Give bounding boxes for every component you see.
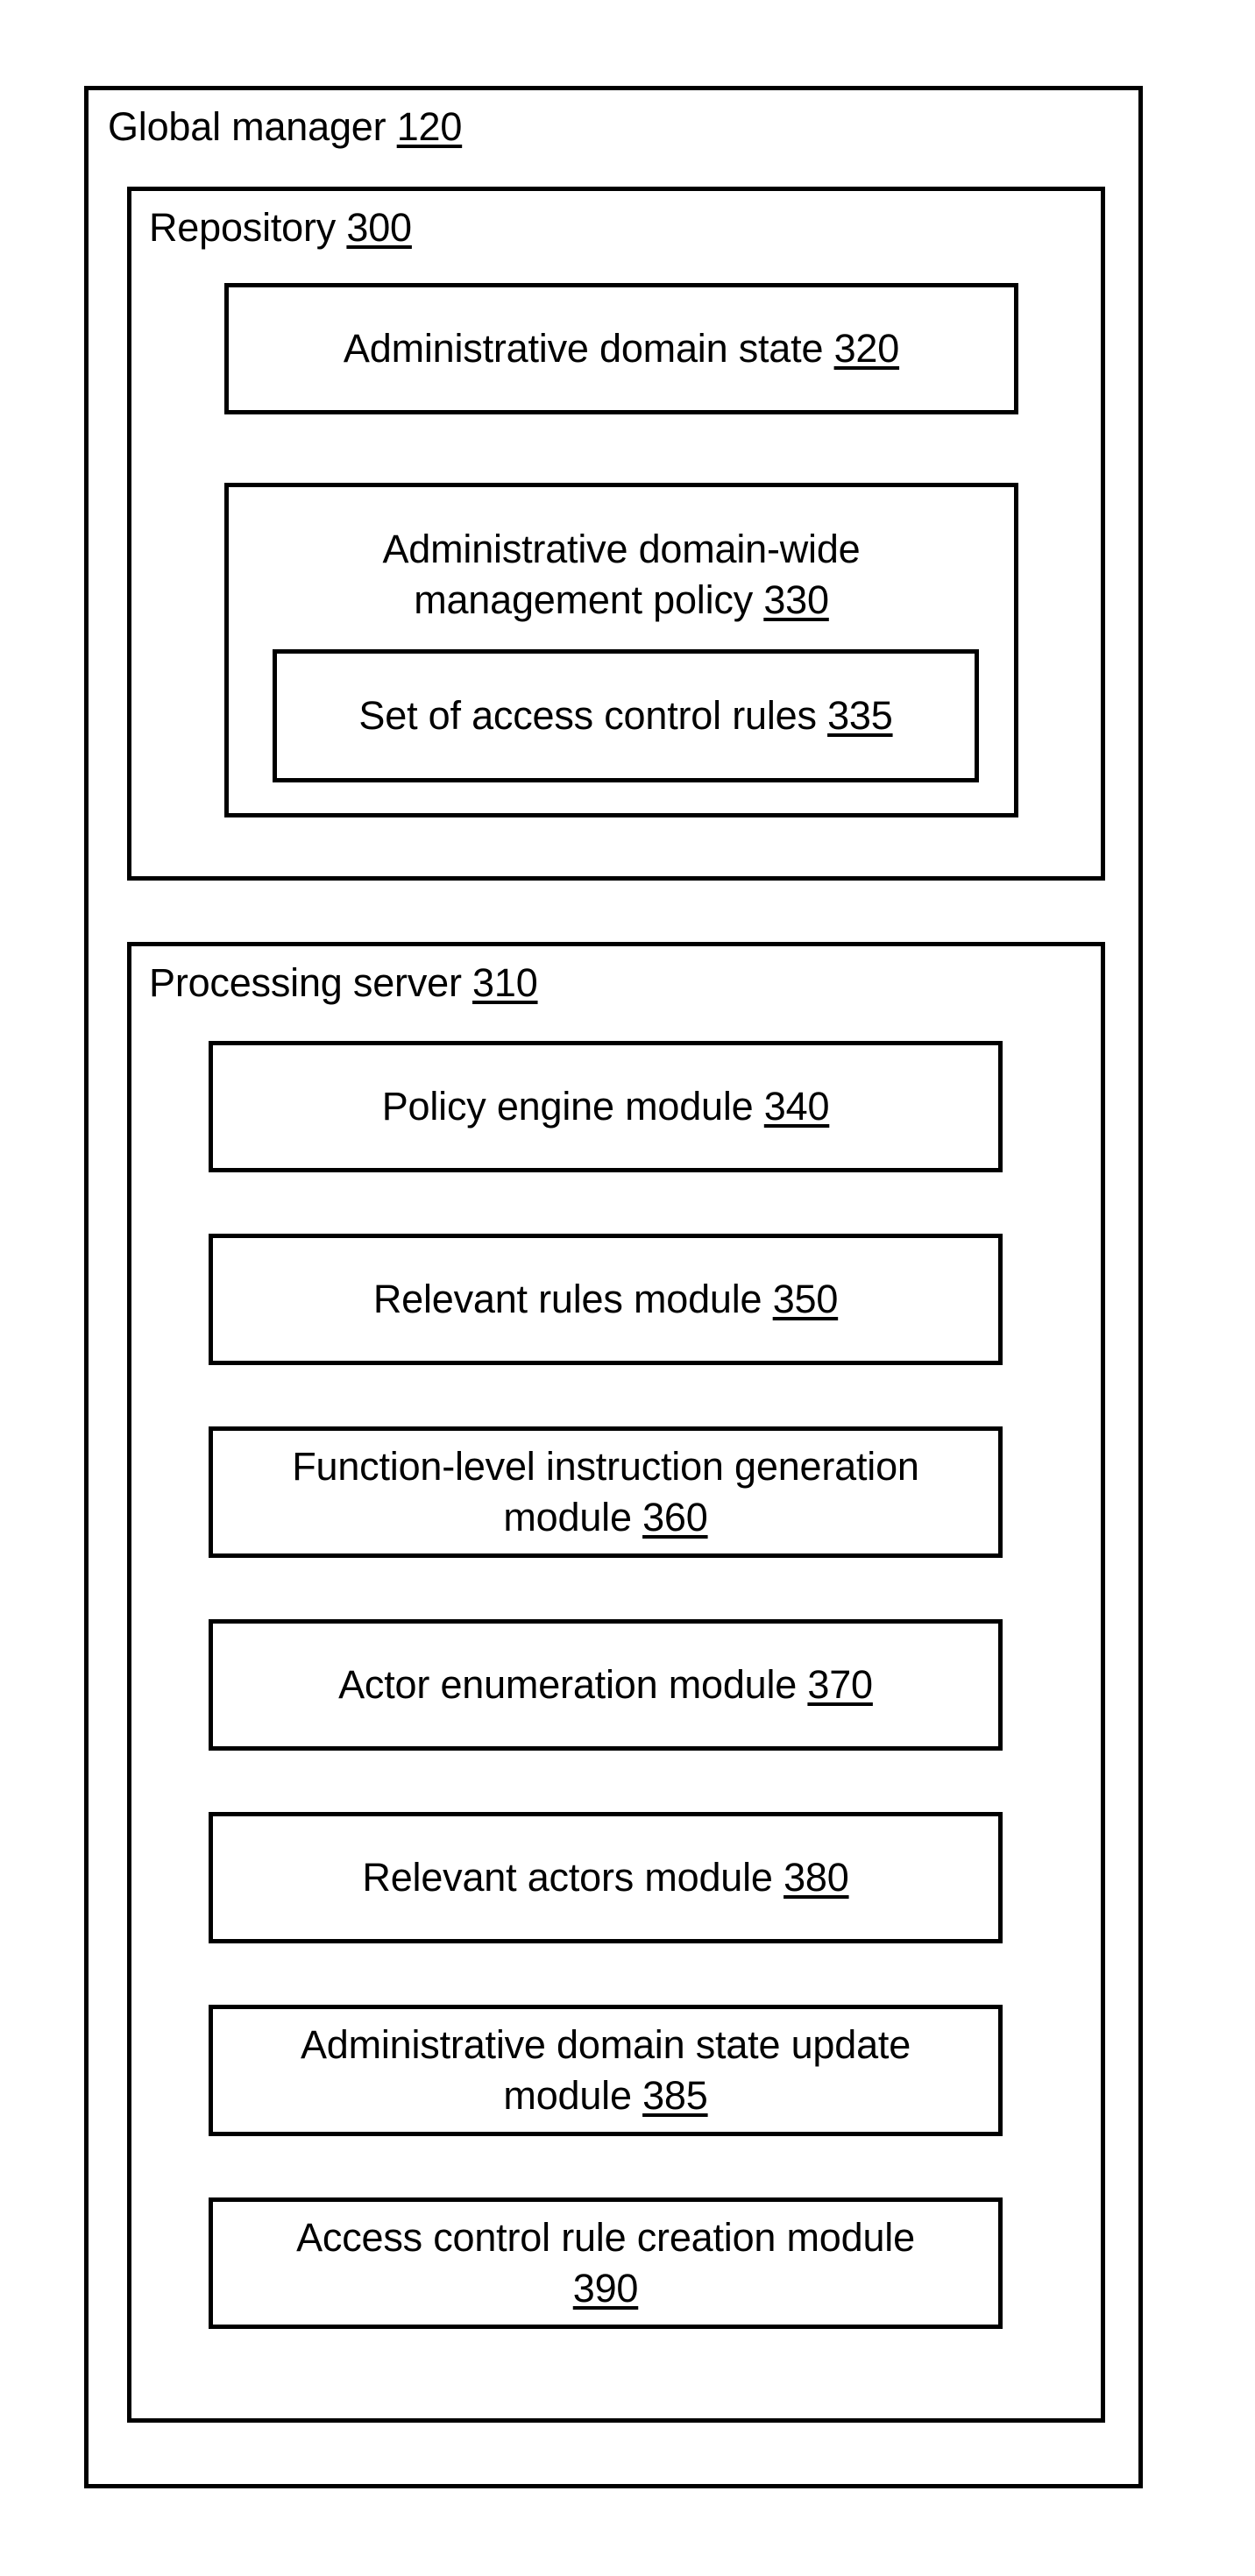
administrative-domain-wide-management-policy-box: Administrative domain-wide management pol… [224, 483, 1018, 817]
access-control-rule-creation-module-label: Access control rule creation module 390 [284, 2212, 927, 2314]
access-control-rule-creation-module-line1: Access control rule creation module [296, 2215, 915, 2260]
administrative-domain-state-text: Administrative domain state [343, 326, 824, 371]
function-level-instruction-generation-module-line1: Function-level instruction generation [292, 1444, 919, 1489]
set-of-access-control-rules-reference-number: 335 [827, 693, 893, 738]
policy-engine-module-box: Policy engine module 340 [209, 1041, 1003, 1172]
processing-server-box: Processing server 310 Policy engine modu… [127, 942, 1105, 2423]
relevant-rules-module-reference-number: 350 [772, 1277, 839, 1321]
relevant-actors-module-text: Relevant actors module [362, 1855, 773, 1900]
administrative-domain-state-update-module-reference-number: 385 [642, 2073, 708, 2118]
global-manager-title-text: Global manager [108, 104, 386, 149]
access-control-rule-creation-module-reference-number: 390 [572, 2266, 639, 2311]
function-level-instruction-generation-module-label: Function-level instruction generation mod… [280, 1441, 932, 1543]
global-manager-reference-number: 120 [396, 104, 463, 149]
relevant-actors-module-label: Relevant actors module 380 [350, 1852, 861, 1903]
actor-enumeration-module-box: Actor enumeration module 370 [209, 1619, 1003, 1751]
relevant-actors-module-box: Relevant actors module 380 [209, 1812, 1003, 1943]
set-of-access-control-rules-text: Set of access control rules [358, 693, 817, 738]
set-of-access-control-rules-box: Set of access control rules 335 [273, 649, 979, 782]
administrative-domain-wide-management-policy-label: Administrative domain-wide management pol… [229, 524, 1014, 626]
administrative-domain-state-box: Administrative domain state 320 [224, 283, 1018, 414]
function-level-instruction-generation-module-reference-number: 360 [642, 1495, 708, 1539]
relevant-actors-module-reference-number: 380 [783, 1855, 849, 1900]
administrative-domain-wide-management-policy-line2: management policy [414, 577, 753, 622]
repository-title-text: Repository [149, 205, 337, 250]
global-manager-box: Global manager 120 Repository 300 Admini… [84, 86, 1143, 2488]
repository-reference-number: 300 [346, 205, 412, 250]
function-level-instruction-generation-module-line2: module [503, 1495, 632, 1539]
administrative-domain-state-update-module-box: Administrative domain state update module… [209, 2005, 1003, 2136]
policy-engine-module-reference-number: 340 [763, 1084, 830, 1129]
policy-engine-module-text: Policy engine module [381, 1084, 754, 1129]
relevant-rules-module-label: Relevant rules module 350 [361, 1274, 850, 1325]
administrative-domain-state-reference-number: 320 [833, 326, 900, 371]
administrative-domain-wide-management-policy-line1: Administrative domain-wide [382, 527, 861, 571]
figure-canvas: Global manager 120 Repository 300 Admini… [0, 0, 1255, 2576]
administrative-domain-state-label: Administrative domain state 320 [331, 323, 911, 374]
administrative-domain-wide-management-policy-reference-number: 330 [763, 577, 829, 622]
actor-enumeration-module-reference-number: 370 [807, 1662, 873, 1707]
set-of-access-control-rules-label: Set of access control rules 335 [346, 690, 904, 741]
actor-enumeration-module-label: Actor enumeration module 370 [326, 1660, 885, 1710]
processing-server-title-text: Processing server [149, 960, 462, 1005]
administrative-domain-state-update-module-line2: module [503, 2073, 632, 2118]
actor-enumeration-module-text: Actor enumeration module [338, 1662, 798, 1707]
repository-title: Repository 300 [149, 206, 412, 250]
relevant-rules-module-box: Relevant rules module 350 [209, 1234, 1003, 1365]
relevant-rules-module-text: Relevant rules module [372, 1277, 762, 1321]
administrative-domain-state-update-module-line1: Administrative domain state update [300, 2022, 911, 2067]
global-manager-title: Global manager 120 [108, 105, 462, 149]
repository-box: Repository 300 Administrative domain sta… [127, 187, 1105, 881]
processing-server-title: Processing server 310 [149, 961, 538, 1005]
administrative-domain-state-update-module-label: Administrative domain state update module… [288, 2020, 923, 2121]
policy-engine-module-label: Policy engine module 340 [370, 1081, 842, 1132]
processing-server-reference-number: 310 [472, 960, 538, 1005]
function-level-instruction-generation-module-box: Function-level instruction generation mod… [209, 1426, 1003, 1558]
access-control-rule-creation-module-box: Access control rule creation module 390 [209, 2197, 1003, 2329]
